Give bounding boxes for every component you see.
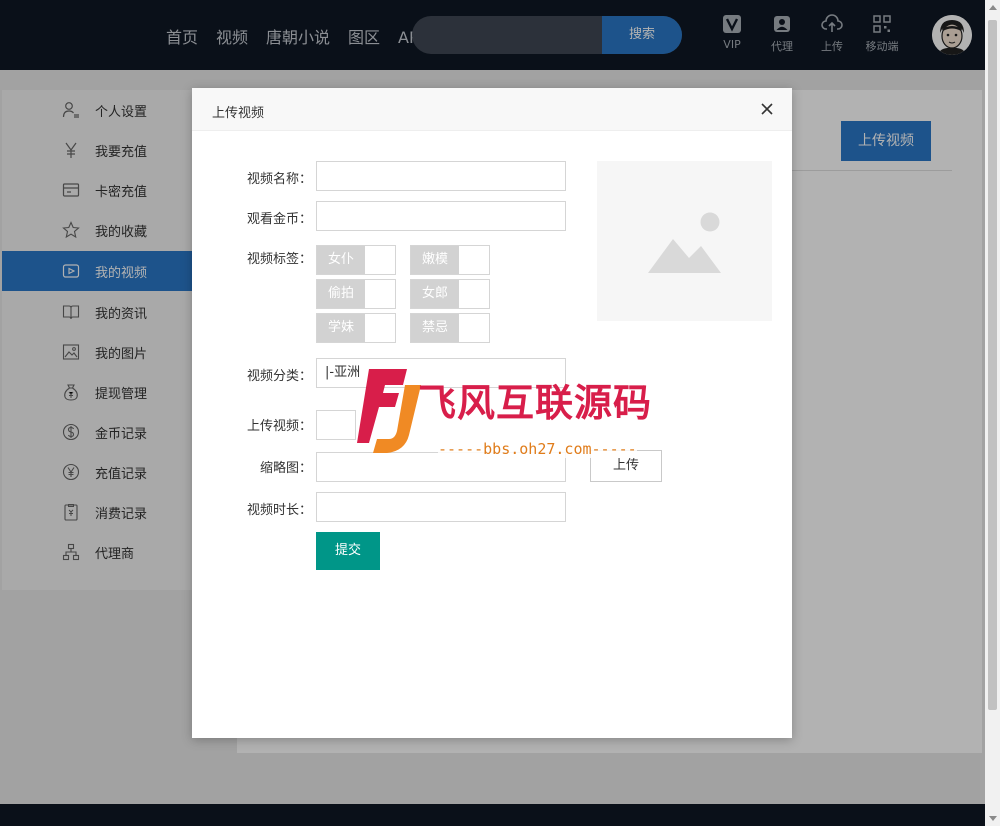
video-file-picker[interactable] (316, 410, 356, 440)
watermark-title: 飞风互联源码 (418, 381, 653, 425)
thumbnail-preview (597, 161, 772, 321)
modal-header: 上传视频 (192, 88, 792, 131)
watermark-url: -----bbs.oh27.com----- (438, 440, 637, 458)
submit-button[interactable]: 提交 (316, 532, 380, 570)
modal-title: 上传视频 (212, 106, 265, 121)
tag-switch[interactable]: 嫩模 (410, 245, 490, 275)
tag-label: 学妹 (317, 314, 365, 342)
image-placeholder-icon (648, 212, 721, 273)
tag-label: 嫩模 (411, 246, 459, 274)
duration-input[interactable] (316, 492, 566, 522)
coins-input[interactable] (316, 201, 566, 231)
vertical-scrollbar[interactable] (985, 0, 1000, 826)
close-icon[interactable] (760, 102, 774, 116)
scroll-down-arrow[interactable] (989, 816, 997, 821)
coins-label: 观看金币： (246, 212, 312, 227)
scroll-up-arrow[interactable] (989, 5, 997, 10)
tag-switch[interactable]: 学妹 (316, 313, 396, 343)
tag-switch[interactable]: 禁忌 (410, 313, 490, 343)
category-label: 视频分类： (246, 369, 312, 384)
scroll-thumb[interactable] (988, 20, 997, 710)
duration-label: 视频时长： (246, 503, 312, 518)
tag-switch[interactable]: 女郎 (410, 279, 490, 309)
tag-label: 偷拍 (317, 280, 365, 308)
upload-video-label: 上传视频： (246, 419, 312, 434)
video-name-input[interactable] (316, 161, 566, 191)
video-name-label: 视频名称： (246, 172, 312, 187)
tag-switch[interactable]: 偷拍 (316, 279, 396, 309)
tag-switch[interactable]: 女仆 (316, 245, 396, 275)
thumbnail-label: 缩略图： (259, 461, 312, 476)
tag-label: 女郎 (411, 280, 459, 308)
tag-label: 禁忌 (411, 314, 459, 342)
tag-label: 女仆 (317, 246, 365, 274)
tags-label: 视频标签： (246, 252, 312, 267)
